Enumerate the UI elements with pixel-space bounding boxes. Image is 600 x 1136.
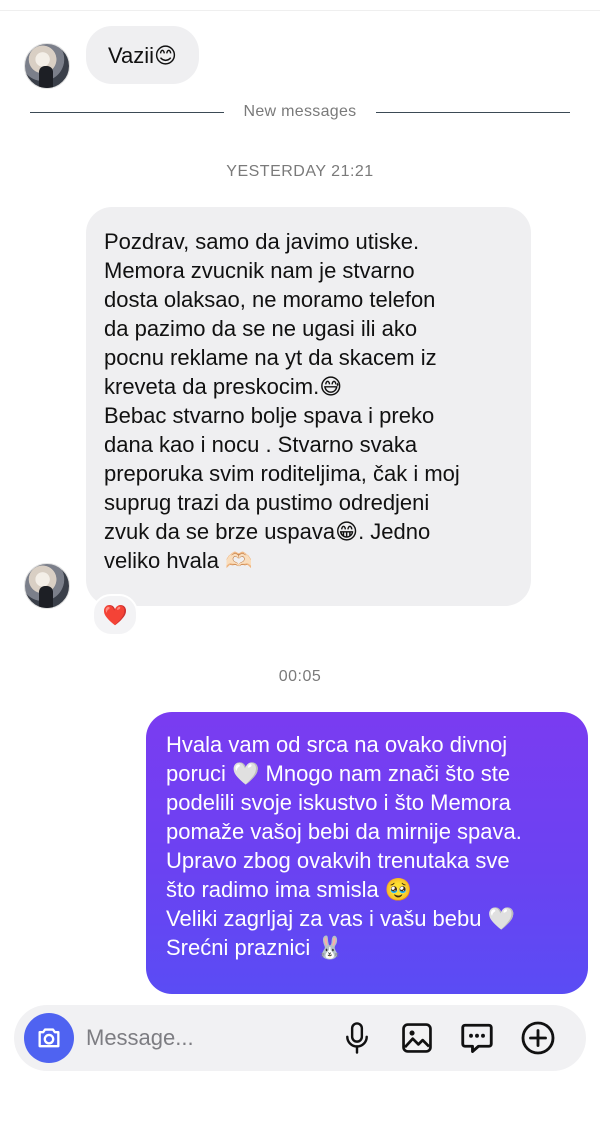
message-line: podelili svoje iskustvo i što Memora: [166, 790, 511, 815]
message-input[interactable]: Message...: [86, 1025, 194, 1051]
message-line: poruci 🤍 Mnogo nam znači što ste: [166, 761, 511, 786]
sender-avatar[interactable]: [24, 43, 70, 89]
message-line: dana kao i nocu . Stvarno svaka: [104, 432, 418, 457]
new-messages-divider: New messages: [243, 103, 357, 120]
message-line: Pozdrav, samo da javimo utiske.: [104, 229, 420, 254]
message-line: Bebac stvarno bolje spava i preko: [104, 403, 435, 428]
message-line: što radimo ima smisla 🥹: [166, 877, 413, 902]
message-line: Hvala vam od srca na ovako divnoj: [166, 732, 508, 757]
microphone-button[interactable]: [338, 1019, 376, 1057]
message-line: Upravo zbog ovakvih trenutaka sve: [166, 848, 510, 873]
message-line: dosta olaksao, ne moramo telefon: [104, 287, 436, 312]
microphone-icon: [346, 1022, 368, 1054]
plus-circle-icon: [521, 1021, 555, 1055]
camera-icon: [38, 1028, 60, 1048]
message-line: zvuk da se brze uspava😁. Jedno: [104, 519, 431, 544]
plus-button[interactable]: [519, 1019, 557, 1057]
sender-avatar[interactable]: [24, 563, 70, 609]
message-line: suprug trazi da pustimo odredjeni: [104, 490, 430, 515]
message-bubble-incoming[interactable]: Vazii😊: [86, 26, 199, 84]
heart-reaction[interactable]: ❤️: [92, 594, 138, 636]
gallery-button[interactable]: [398, 1019, 436, 1057]
message-line: kreveta da preskocim.😅: [104, 374, 343, 399]
header-divider: [0, 10, 600, 11]
message-line: Veliki zagrljaj za vas i vašu bebu 🤍: [166, 906, 516, 931]
message-timestamp: YESTERDAY 21:21: [226, 163, 374, 180]
message-line: pocnu reklame na yt da skacem iz: [104, 345, 437, 370]
message-bubble-outgoing[interactable]: Hvala vam od srca na ovako divnoj poruci…: [146, 712, 588, 994]
sticker-button[interactable]: [458, 1019, 496, 1057]
message-line: Memora zvucnik nam je stvarno: [104, 258, 415, 283]
camera-button[interactable]: [24, 1013, 74, 1063]
message-timestamp: 00:05: [278, 668, 322, 685]
message-line: veliko hvala 🫶🏻: [104, 548, 253, 573]
message-bubble-incoming[interactable]: Pozdrav, samo da javimo utiske. Memora z…: [86, 207, 531, 606]
message-text: Vazii😊: [108, 42, 177, 68]
message-composer[interactable]: Message...: [14, 1005, 586, 1071]
heart-icon: ❤️: [102, 604, 128, 627]
message-line: pomaže vašoj bebi da mirnije spava.: [166, 819, 522, 844]
message-line: da pazimo da se ne ugasi ili ako: [104, 316, 418, 341]
message-line: Srećni praznici 🐰: [166, 935, 344, 960]
gallery-icon: [402, 1023, 432, 1053]
message-line: preporuka svim roditeljima, čak i moj: [104, 461, 460, 486]
sticker-chat-icon: [461, 1023, 493, 1053]
